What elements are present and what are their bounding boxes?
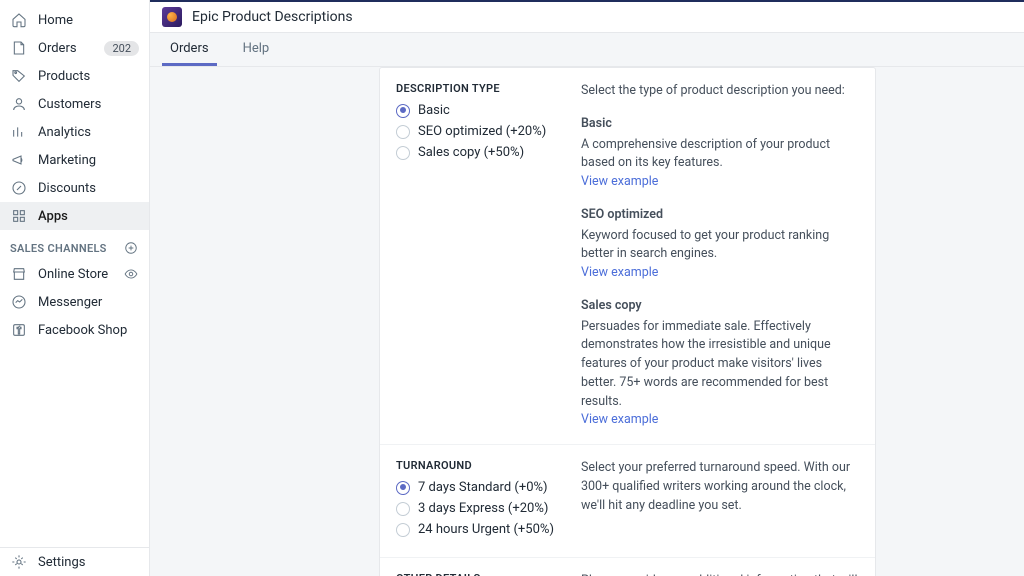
block-text-sales: Persuades for immediate sale. Effectivel… <box>581 318 859 412</box>
sidebar-item-customers[interactable]: Customers <box>0 90 149 118</box>
radio-basic[interactable]: Basic <box>396 103 581 118</box>
sidebar-item-label: Orders <box>38 41 104 56</box>
radio-icon <box>396 523 410 537</box>
description-type-title: DESCRIPTION TYPE <box>396 82 581 95</box>
sidebar-item-home[interactable]: Home <box>0 6 149 34</box>
sidebar-item-apps[interactable]: Apps <box>0 202 149 230</box>
radio-icon <box>396 502 410 516</box>
tabbar: Orders Help <box>150 33 1024 67</box>
tab-help[interactable]: Help <box>235 33 278 66</box>
gear-icon <box>10 553 28 571</box>
sidebar-item-orders[interactable]: Orders 202 <box>0 34 149 62</box>
turnaround-text: Select your preferred turnaround speed. … <box>581 459 859 515</box>
block-title-basic: Basic <box>581 115 859 134</box>
channel-messenger[interactable]: Messenger <box>0 288 149 316</box>
sidebar-item-marketing[interactable]: Marketing <box>0 146 149 174</box>
channels-header-label: SALES CHANNELS <box>10 242 107 255</box>
discount-icon <box>10 179 28 197</box>
radio-label: Sales copy (+50%) <box>418 145 524 160</box>
sidebar-item-label: Marketing <box>38 153 139 168</box>
sidebar-item-label: Discounts <box>38 181 139 196</box>
channel-facebook-shop[interactable]: Facebook Shop <box>0 316 149 344</box>
topbar: Epic Product Descriptions <box>150 0 1024 33</box>
view-example-basic[interactable]: View example <box>581 173 859 192</box>
sidebar: Home Orders 202 Products Customers Analy… <box>0 0 150 576</box>
add-channel-button[interactable] <box>123 240 139 256</box>
apps-icon <box>10 207 28 225</box>
radio-icon <box>396 125 410 139</box>
radio-7days[interactable]: 7 days Standard (+0%) <box>396 480 581 495</box>
sidebar-item-label: Online Store <box>38 267 123 282</box>
channel-online-store[interactable]: Online Store <box>0 260 149 288</box>
app-logo-icon <box>162 7 182 27</box>
orders-icon <box>10 39 28 57</box>
sidebar-item-label: Analytics <box>38 125 139 140</box>
view-store-button[interactable] <box>123 266 139 282</box>
other-text: Please provide any additional informatio… <box>581 572 859 576</box>
user-icon <box>10 95 28 113</box>
radio-sales-copy[interactable]: Sales copy (+50%) <box>396 145 581 160</box>
analytics-icon <box>10 123 28 141</box>
radio-label: SEO optimized (+20%) <box>418 124 546 139</box>
sidebar-item-settings[interactable]: Settings <box>0 548 149 576</box>
radio-icon <box>396 104 410 118</box>
radio-label: 3 days Express (+20%) <box>418 501 548 516</box>
store-icon <box>10 265 28 283</box>
block-text-seo: Keyword focused to get your product rank… <box>581 227 859 265</box>
sidebar-item-label: Home <box>38 13 139 28</box>
sidebar-item-analytics[interactable]: Analytics <box>0 118 149 146</box>
radio-icon <box>396 481 410 495</box>
megaphone-icon <box>10 151 28 169</box>
view-example-seo[interactable]: View example <box>581 264 859 283</box>
sidebar-item-label: Settings <box>38 555 139 570</box>
radio-seo[interactable]: SEO optimized (+20%) <box>396 124 581 139</box>
sidebar-item-label: Messenger <box>38 295 139 310</box>
content-scroll[interactable]: DESCRIPTION TYPE Basic SEO optimized (+2… <box>150 67 1024 576</box>
sidebar-item-label: Facebook Shop <box>38 323 139 338</box>
app-title: Epic Product Descriptions <box>192 9 353 25</box>
sidebar-item-label: Products <box>38 69 139 84</box>
radio-label: Basic <box>418 103 450 118</box>
radio-label: 7 days Standard (+0%) <box>418 480 548 495</box>
sidebar-item-discounts[interactable]: Discounts <box>0 174 149 202</box>
description-intro: Select the type of product description y… <box>581 82 859 101</box>
main-area: Epic Product Descriptions Orders Help DE… <box>150 0 1024 576</box>
messenger-icon <box>10 293 28 311</box>
tag-icon <box>10 67 28 85</box>
sidebar-item-products[interactable]: Products <box>0 62 149 90</box>
sidebar-item-label: Apps <box>38 209 139 224</box>
radio-3days[interactable]: 3 days Express (+20%) <box>396 501 581 516</box>
tab-orders[interactable]: Orders <box>162 33 217 66</box>
block-text-basic: A comprehensive description of your prod… <box>581 136 859 174</box>
orders-badge: 202 <box>104 41 139 56</box>
facebook-icon <box>10 321 28 339</box>
view-example-sales[interactable]: View example <box>581 411 859 430</box>
other-title: OTHER DETAILS <box>396 572 581 576</box>
section-turnaround: TURNAROUND 7 days Standard (+0%) 3 days … <box>380 445 875 558</box>
form-card: DESCRIPTION TYPE Basic SEO optimized (+2… <box>379 67 876 576</box>
block-title-seo: SEO optimized <box>581 206 859 225</box>
home-icon <box>10 11 28 29</box>
sidebar-item-label: Customers <box>38 97 139 112</box>
radio-24hours[interactable]: 24 hours Urgent (+50%) <box>396 522 581 537</box>
section-other-details: OTHER DETAILS Please provide any additio… <box>380 558 875 576</box>
radio-icon <box>396 146 410 160</box>
sales-channels-header: SALES CHANNELS <box>0 230 149 260</box>
radio-label: 24 hours Urgent (+50%) <box>418 522 554 537</box>
turnaround-title: TURNAROUND <box>396 459 581 472</box>
section-description-type: DESCRIPTION TYPE Basic SEO optimized (+2… <box>380 68 875 445</box>
block-title-sales: Sales copy <box>581 297 859 316</box>
